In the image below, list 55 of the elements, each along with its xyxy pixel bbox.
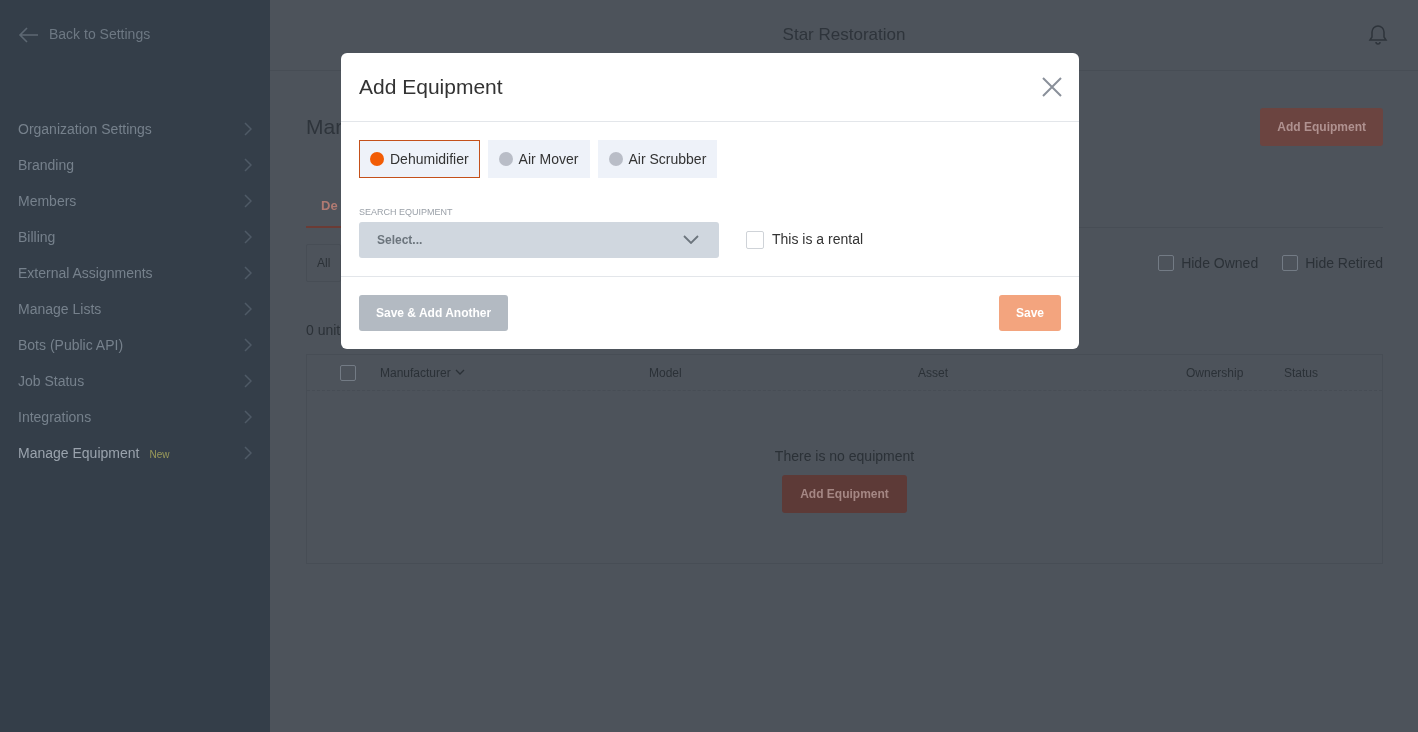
sidebar-item[interactable]: Billing: [0, 219, 270, 255]
chevron-right-icon: [244, 122, 252, 136]
radio-dot-icon: [608, 152, 623, 166]
radio-dot-icon: [498, 152, 513, 166]
chevron-right-icon: [244, 446, 252, 460]
radio-dot-icon: [370, 152, 384, 166]
sidebar-item[interactable]: Integrations: [0, 399, 270, 435]
type-option-label: Air Scrubber: [628, 149, 707, 169]
checkbox[interactable]: [340, 364, 356, 381]
chevron-right-icon: [244, 410, 252, 424]
chevron-right-icon: [244, 302, 252, 316]
chevron-down-icon: [683, 235, 699, 244]
type-option[interactable]: Dehumidifier: [359, 140, 480, 178]
back-arrow-icon: [18, 26, 39, 43]
checkbox[interactable]: [1282, 255, 1299, 271]
close-button[interactable]: [1042, 77, 1062, 97]
checkbox[interactable]: [1158, 255, 1175, 271]
sidebar-item-label: Job Status: [18, 372, 85, 389]
sidebar-item-label: Bots (Public API): [18, 336, 124, 353]
sidebar-item[interactable]: Branding: [0, 147, 270, 183]
chevron-right-icon: [244, 230, 252, 244]
sidebar-item-label: Branding: [18, 156, 75, 173]
chevron-right-icon: [244, 338, 252, 352]
sidebar-item-label: Billing: [18, 228, 56, 245]
field-label: SEARCH EQUIPMENT: [359, 206, 454, 219]
select-field[interactable]: Select...: [359, 221, 719, 258]
chevron-right-icon: [244, 266, 252, 280]
type-option-label: Air Mover: [518, 149, 579, 169]
sidebar-item-label: External Assignments: [18, 264, 153, 281]
sidebar-item-label: Manage Lists: [18, 300, 102, 317]
sidebar-item[interactable]: Bots (Public API): [0, 327, 270, 363]
add-equipment-button[interactable]: Add Equipment: [782, 475, 907, 513]
type-option[interactable]: Air Scrubber: [597, 140, 718, 178]
sidebar-item[interactable]: Job Status: [0, 363, 270, 399]
chevron-right-icon: [244, 158, 252, 172]
checkbox-label: This is a rental: [772, 230, 864, 249]
type-option[interactable]: Air Mover: [487, 140, 590, 178]
sidebar-item[interactable]: Manage Equipment New: [0, 435, 270, 471]
sidebar-item[interactable]: Members: [0, 183, 270, 219]
chevron-right-icon: [244, 374, 252, 388]
chevron-right-icon: [244, 194, 252, 208]
sidebar-item[interactable]: Organization Settings: [0, 111, 270, 147]
sidebar-item[interactable]: Manage Lists: [0, 291, 270, 327]
sidebar-item-label: Organization Settings: [18, 120, 152, 137]
bell-icon[interactable]: [1368, 24, 1388, 45]
sidebar-item-label: Manage Equipment: [18, 444, 140, 461]
add-equipment-button[interactable]: Add Equipment: [1260, 108, 1383, 146]
sidebar-item-label: Integrations: [18, 408, 92, 425]
type-option-label: Dehumidifier: [390, 149, 469, 169]
sidebar-item[interactable]: External Assignments: [0, 255, 270, 291]
sidebar-item-label: Members: [18, 192, 77, 209]
modal-title: Add Equipment: [359, 74, 503, 101]
new-label: New: [149, 448, 170, 460]
back-link[interactable]: Back to Settings: [0, 0, 270, 69]
close-icon: [1042, 77, 1062, 97]
